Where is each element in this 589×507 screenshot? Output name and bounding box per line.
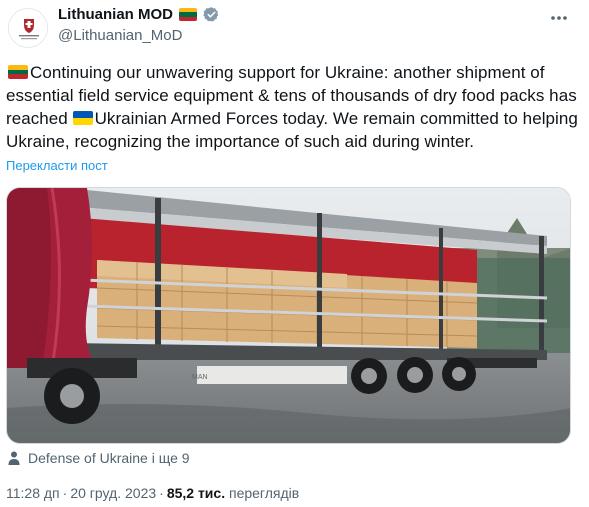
- ministry-emblem-icon: [9, 9, 47, 47]
- verified-badge-icon[interactable]: [203, 6, 220, 23]
- more-options-button[interactable]: [547, 6, 571, 30]
- more-options-icon: [551, 16, 567, 20]
- tweet-time[interactable]: 11:28 дп: [6, 485, 60, 501]
- tweet-header: Lithuanian MOD @Lithuanian_MoD: [0, 0, 589, 52]
- tweet-photo[interactable]: MAN: [6, 187, 571, 444]
- tweet-meta: 11:28 дп · 20 груд. 2023 · 85,2 тис. перегля…: [6, 485, 299, 501]
- translate-post-link[interactable]: Перекласти пост: [6, 158, 108, 173]
- tagged-users-label: Defense of Ukraine і ще 9: [28, 450, 190, 466]
- truck-photo-icon: MAN: [7, 188, 570, 443]
- views-count: 85,2 тис.: [166, 485, 226, 501]
- tagged-users[interactable]: Defense of Ukraine і ще 9: [6, 450, 190, 466]
- author-handle[interactable]: @Lithuanian_MoD: [58, 27, 182, 44]
- meta-separator: ·: [62, 485, 68, 501]
- views-label: переглядів: [228, 485, 300, 501]
- tweet-text: Continuing our unwavering support for Uk…: [6, 61, 581, 153]
- ukraine-flag-icon: [72, 111, 93, 125]
- avatar[interactable]: [8, 8, 48, 48]
- meta-separator: ·: [159, 485, 164, 501]
- tweet-date[interactable]: 20 груд. 2023: [70, 485, 156, 501]
- lithuania-flag-icon: [179, 8, 197, 21]
- lithuania-flag-icon: [8, 65, 28, 79]
- photo-text: MAN: [192, 374, 208, 381]
- person-icon: [8, 451, 20, 465]
- author-display-name[interactable]: Lithuanian MOD: [58, 6, 173, 23]
